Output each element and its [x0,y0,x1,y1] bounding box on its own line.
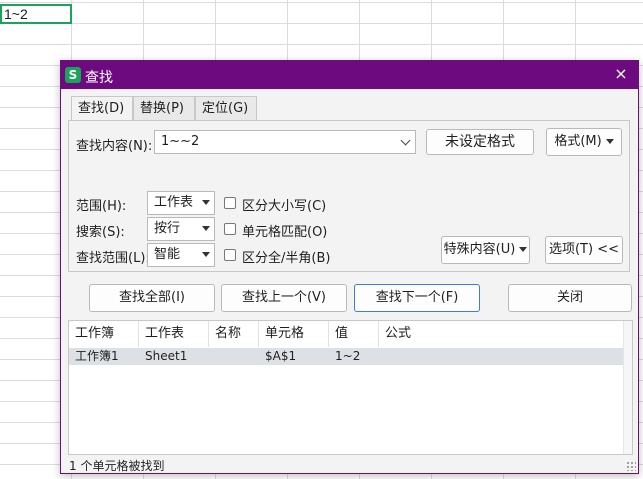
col-header-cell[interactable]: 单元格 [259,321,329,347]
dialog-title: 查找 [85,70,113,86]
look-in-select[interactable]: 智能 [147,243,215,267]
match-entire-cell-label[interactable]: 单元格匹配(O) [242,221,327,240]
spreadsheet-app-icon: S [65,67,81,83]
chevron-down-icon[interactable] [400,135,411,146]
format-status-display: 未设定格式 [426,129,534,155]
match-width-label[interactable]: 区分全/半角(B) [242,247,330,266]
tab-find[interactable]: 查找(D) [71,96,133,121]
options-toggle-button[interactable]: 选项(T) << [545,236,623,264]
close-button[interactable]: 关闭 [508,284,632,312]
match-entire-cell-checkbox[interactable] [224,223,236,235]
match-case-checkbox[interactable] [224,197,236,209]
find-all-button[interactable]: 查找全部(I) [89,284,215,312]
col-header-name[interactable]: 名称 [209,321,259,347]
result-sheet[interactable]: Sheet1 [139,348,187,365]
result-workbook[interactable]: 工作簿1 [69,348,119,365]
resize-grip-icon[interactable] [626,461,636,471]
dropdown-arrow-icon [202,252,210,257]
dropdown-arrow-icon [605,139,614,144]
dropdown-arrow-icon [202,226,210,231]
col-header-sheet[interactable]: 工作表 [139,321,209,347]
find-previous-button[interactable]: 查找上一个(V) [221,284,347,312]
vertical-scrollbar[interactable] [623,321,632,454]
special-content-button[interactable]: 特殊内容(U) [441,236,530,264]
result-formula[interactable] [379,348,385,365]
dropdown-arrow-icon [202,200,210,205]
look-in-label: 查找范围(L): [76,251,150,266]
result-cell[interactable]: $A$1 [259,348,296,365]
col-header-formula[interactable]: 公式 [379,321,449,347]
result-value[interactable]: 1~2 [329,348,360,365]
status-text: 1 个单元格被找到 [69,459,165,473]
find-dialog: S 查找 × 查找(D) 替换(P) 定位(G) 查找内容(N): 1~~2 未… [60,60,639,474]
format-dropdown-button[interactable]: 格式(M) [546,128,622,156]
find-what-value: 1~~2 [161,134,200,149]
find-what-input[interactable]: 1~~2 [154,130,416,154]
col-header-value[interactable]: 值 [329,321,379,347]
col-header-workbook[interactable]: 工作簿 [69,321,139,347]
active-cell-a1[interactable]: 1~2 [0,4,72,24]
search-direction-label: 搜索(S): [76,225,125,240]
tab-replace[interactable]: 替换(P) [133,96,195,120]
close-icon[interactable]: × [612,65,630,83]
match-case-label[interactable]: 区分大小写(C) [242,195,326,214]
dialog-titlebar[interactable]: S 查找 × [61,61,638,89]
scope-select[interactable]: 工作表 [147,191,215,215]
dropdown-arrow-icon [519,247,528,252]
find-what-label: 查找内容(N): [76,139,153,154]
search-direction-select[interactable]: 按行 [147,217,215,241]
tab-goto[interactable]: 定位(G) [195,96,257,120]
match-width-checkbox[interactable] [224,249,236,261]
result-name[interactable] [209,348,215,365]
find-next-button[interactable]: 查找下一个(F) [354,284,480,312]
scope-label: 范围(H): [76,199,127,214]
results-table[interactable]: 工作簿 工作表 名称 单元格 值 公式 工作簿1 Sheet1 $A$1 1~2 [68,320,633,455]
